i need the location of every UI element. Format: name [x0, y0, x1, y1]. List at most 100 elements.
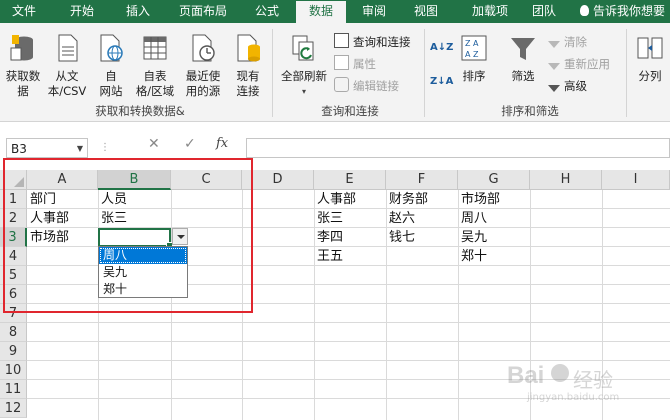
insert-function-icon[interactable]: fx: [216, 136, 228, 151]
column-header-i[interactable]: I: [602, 170, 670, 190]
cell-g3[interactable]: 吴九: [458, 228, 487, 247]
tab-home[interactable]: 开始: [60, 0, 104, 23]
column-header-b[interactable]: B: [98, 170, 171, 190]
row-header-12[interactable]: 12: [0, 399, 27, 418]
from-text-csv-button[interactable]: 从文 本/CSV: [44, 27, 90, 103]
recent-clock-icon: [192, 34, 215, 62]
refresh-icon: [292, 35, 314, 61]
sort-button[interactable]: Z A A Z 排序: [456, 27, 492, 103]
cell-a1[interactable]: 部门: [27, 190, 56, 209]
tab-formulas[interactable]: 公式: [245, 0, 289, 23]
gridline: [242, 190, 243, 420]
gridline: [27, 341, 670, 342]
refresh-all-button[interactable]: 全部刷新 ▾: [276, 27, 332, 103]
row-header-11[interactable]: 11: [0, 380, 27, 399]
more-dots-icon: ⋮: [100, 142, 110, 153]
row-header-4[interactable]: 4: [0, 247, 27, 266]
clear-filter-button[interactable]: 清除: [548, 33, 587, 51]
tell-me-search[interactable]: 告诉我你想要: [580, 0, 665, 23]
queries-connections-button[interactable]: 查询和连接: [334, 33, 411, 51]
row-header-10[interactable]: 10: [0, 361, 27, 380]
cancel-icon[interactable]: ✕: [148, 136, 160, 152]
tab-data[interactable]: 数据: [296, 1, 346, 23]
properties-button[interactable]: 属性: [334, 55, 376, 73]
tab-review[interactable]: 审阅: [352, 0, 396, 23]
row-header-8[interactable]: 8: [0, 323, 27, 342]
tab-page-layout[interactable]: 页面布局: [172, 0, 234, 23]
cell-f3[interactable]: 钱七: [386, 228, 415, 247]
cell-b1[interactable]: 人员: [98, 190, 127, 209]
query-pane-icon: [334, 33, 349, 48]
validation-dropdown-arrow[interactable]: [172, 228, 188, 245]
cell-g2[interactable]: 周八: [458, 209, 487, 228]
row-header-3[interactable]: 3: [0, 228, 27, 247]
ribbon-separator: [272, 29, 273, 117]
cell-e1[interactable]: 人事部: [314, 190, 356, 209]
ribbon-tab-bar: 文件 开始 插入 页面布局 公式 数据 审阅 视图 加载项 团队 告诉我你想要: [0, 0, 670, 23]
sort-ascending-button[interactable]: A↓Z: [430, 39, 453, 57]
column-header-g[interactable]: G: [458, 170, 530, 190]
tab-addins[interactable]: 加载项: [462, 0, 518, 23]
cell-f2[interactable]: 赵六: [386, 209, 415, 228]
column-header-e[interactable]: E: [314, 170, 386, 190]
advanced-filter-icon: [548, 85, 560, 92]
select-all-corner[interactable]: [0, 170, 27, 190]
active-cell-b3[interactable]: [98, 228, 173, 249]
cell-e2[interactable]: 张三: [314, 209, 343, 228]
reapply-button[interactable]: 重新应用: [548, 55, 610, 73]
cell-g4[interactable]: 郑十: [458, 247, 487, 266]
edit-links-button[interactable]: 编辑链接: [334, 77, 399, 95]
tab-insert[interactable]: 插入: [116, 0, 160, 23]
dropdown-option[interactable]: 郑十: [99, 281, 187, 298]
row-header-2[interactable]: 2: [0, 209, 27, 228]
cell-a2[interactable]: 人事部: [27, 209, 69, 228]
sort-descending-button[interactable]: Z↓A: [430, 73, 453, 91]
gridline: [27, 379, 670, 380]
cell-e3[interactable]: 李四: [314, 228, 343, 247]
existing-connections-button[interactable]: 现有 连接: [228, 27, 268, 103]
chevron-down-icon[interactable]: ▼: [77, 139, 83, 159]
tab-file[interactable]: 文件: [4, 0, 44, 23]
cell-f1[interactable]: 财务部: [386, 190, 428, 209]
worksheet-grid[interactable]: A B C D E F G H I 1 2 3 4 5 6 7 8 9 10 1…: [0, 158, 670, 420]
text-to-columns-button[interactable]: 分列: [630, 27, 670, 103]
name-box[interactable]: B3 ▼: [6, 138, 88, 158]
tab-team[interactable]: 团队: [522, 0, 566, 23]
dropdown-option[interactable]: 周八: [99, 247, 187, 264]
from-web-button[interactable]: 自网站: [92, 27, 130, 103]
ribbon-separator: [626, 29, 627, 117]
column-header-c[interactable]: C: [171, 170, 242, 190]
dropdown-option[interactable]: 吴九: [99, 264, 187, 281]
from-table-button[interactable]: 自表 格/区域: [132, 27, 178, 103]
group-label-queries: 查询和连接: [321, 104, 379, 118]
gridline: [530, 190, 531, 420]
column-header-d[interactable]: D: [242, 170, 314, 190]
row-header-6[interactable]: 6: [0, 285, 27, 304]
gridline: [602, 190, 603, 420]
cell-g1[interactable]: 市场部: [458, 190, 500, 209]
tab-view[interactable]: 视图: [404, 0, 448, 23]
group-label-get-transform: 获取和转换数据&: [95, 104, 185, 118]
column-header-h[interactable]: H: [530, 170, 602, 190]
validation-dropdown-list[interactable]: 周八 吴九 郑十: [98, 246, 188, 298]
column-header-a[interactable]: A: [27, 170, 98, 190]
get-data-button[interactable]: 获取数据: [2, 27, 44, 103]
row-header-1[interactable]: 1: [0, 190, 27, 209]
properties-icon: [334, 55, 349, 70]
group-label-sort-filter: 排序和筛选: [501, 104, 559, 118]
cell-b2[interactable]: 张三: [98, 209, 127, 228]
split-columns-icon: [637, 37, 663, 59]
column-header-f[interactable]: F: [386, 170, 458, 190]
formula-bar: B3 ▼ ⋮ ✕ ✓ fx: [0, 122, 670, 170]
gridline: [27, 322, 670, 323]
enter-icon[interactable]: ✓: [184, 136, 196, 152]
formula-input[interactable]: [246, 138, 670, 158]
row-header-7[interactable]: 7: [0, 304, 27, 323]
recent-sources-button[interactable]: 最近使 用的源: [180, 27, 226, 103]
advanced-filter-button[interactable]: 高级: [548, 77, 587, 95]
cell-a3[interactable]: 市场部: [27, 228, 69, 247]
cell-e4[interactable]: 王五: [314, 247, 343, 266]
row-header-9[interactable]: 9: [0, 342, 27, 361]
filter-button[interactable]: 筛选: [504, 27, 542, 103]
row-header-5[interactable]: 5: [0, 266, 27, 285]
